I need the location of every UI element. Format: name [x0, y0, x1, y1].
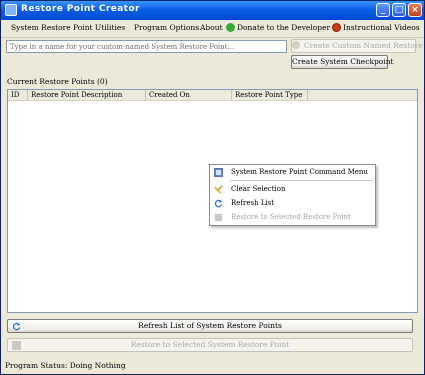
- video-icon: [332, 23, 341, 32]
- restore-icon: [12, 341, 21, 350]
- close-button[interactable]: ×: [408, 3, 422, 17]
- restore-selected-label: Restore to Selected Restore Point: [231, 213, 351, 221]
- title-bar[interactable]: Restore Point Creator _ □ ×: [1, 1, 424, 20]
- context-menu-title-label: System Restore Point Command Menu: [231, 168, 368, 176]
- menu-about[interactable]: About: [200, 23, 223, 32]
- maximize-button[interactable]: □: [392, 3, 406, 17]
- menu-instructional-videos[interactable]: Instructional Videos: [343, 23, 420, 32]
- context-menu: System Restore Point Command Menu Clear …: [209, 164, 376, 226]
- program-status: Program Status: Doing Nothing: [5, 361, 126, 370]
- restore-selected-button-label: Restore to Selected System Restore Point: [130, 340, 290, 349]
- column-header-type[interactable]: Restore Point Type: [232, 90, 308, 100]
- create-icon: [292, 41, 300, 49]
- refresh-icon: [12, 322, 21, 331]
- menu-program-options[interactable]: Program Options: [134, 23, 199, 32]
- restore-icon: [214, 213, 223, 222]
- refresh-list-button-label: Refresh List of System Restore Points: [138, 321, 282, 330]
- column-header-description[interactable]: Restore Point Description: [28, 90, 146, 100]
- app-window: Restore Point Creator _ □ × System Resto…: [0, 0, 425, 375]
- menu-bar: System Restore Point Utilities Program O…: [1, 20, 424, 38]
- clear-selection-label: Clear Selection: [231, 185, 286, 193]
- create-named-restore-button[interactable]: Create Custom Named Restore: [291, 39, 423, 53]
- menu-donate[interactable]: Donate to the Developer: [237, 23, 330, 32]
- app-icon: [5, 4, 17, 16]
- minimize-button[interactable]: _: [376, 3, 390, 17]
- context-menu-title: System Restore Point Command Menu: [210, 166, 375, 179]
- menu-utilities[interactable]: System Restore Point Utilities: [11, 23, 125, 32]
- broom-icon: [214, 185, 223, 194]
- restore-points-count-label: Current Restore Points (0): [7, 77, 108, 86]
- restore-selected-button[interactable]: Restore to Selected System Restore Point: [7, 338, 413, 352]
- context-refresh-list[interactable]: Refresh List: [210, 197, 375, 210]
- list-header: ID Restore Point Description Created On …: [8, 90, 417, 101]
- context-clear-selection[interactable]: Clear Selection: [210, 183, 375, 196]
- column-header-id[interactable]: ID: [8, 90, 28, 100]
- restore-point-name-input[interactable]: Type in a name for your custom-named Sys…: [6, 40, 287, 53]
- create-checkpoint-button[interactable]: Create System Checkpoint: [291, 55, 394, 69]
- column-header-created-on[interactable]: Created On: [146, 90, 232, 100]
- window-title: Restore Point Creator: [21, 4, 140, 14]
- context-restore-selected[interactable]: Restore to Selected Restore Point: [210, 211, 375, 224]
- create-named-label: Create Custom Named Restore: [304, 41, 423, 50]
- donate-icon: [226, 23, 235, 32]
- command-menu-icon: [214, 168, 223, 177]
- refresh-list-button[interactable]: Refresh List of System Restore Points: [7, 319, 413, 333]
- context-menu-separator: [230, 180, 372, 181]
- refresh-list-label: Refresh List: [231, 199, 275, 207]
- refresh-icon: [214, 199, 223, 208]
